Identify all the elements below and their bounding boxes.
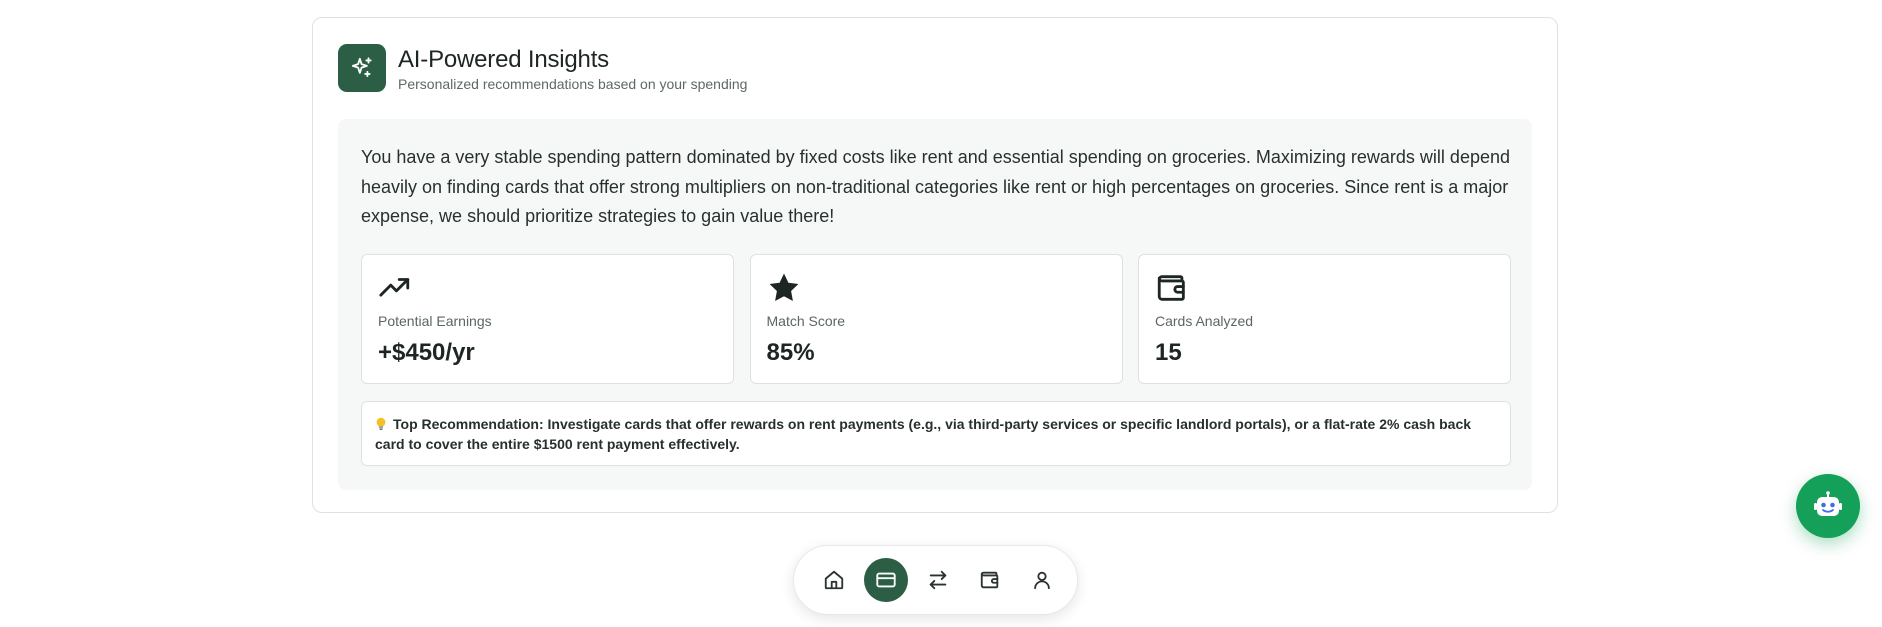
insights-panel: You have a very stable spending pattern … — [338, 119, 1532, 490]
ai-insights-card: AI-Powered Insights Personalized recomme… — [312, 17, 1558, 513]
top-recommendation: Top Recommendation: Investigate cards th… — [361, 401, 1511, 466]
wallet-icon — [980, 571, 999, 589]
stat-potential-earnings: Potential Earnings +$450/yr — [361, 254, 734, 384]
transfer-icon — [929, 570, 947, 590]
star-icon — [767, 271, 801, 305]
stat-label: Cards Analyzed — [1155, 313, 1254, 329]
insights-header: AI-Powered Insights Personalized recomme… — [338, 44, 747, 93]
nav-home-button[interactable] — [812, 558, 856, 602]
nav-profile-button[interactable] — [1020, 558, 1064, 602]
page: AI-Powered Insights Personalized recomme… — [0, 0, 1882, 627]
nav-wallet-button[interactable] — [968, 558, 1012, 602]
stat-value: +$450/yr — [378, 339, 475, 366]
credit-card-icon — [876, 572, 896, 588]
stats-row: Potential Earnings +$450/yr Match Score … — [361, 254, 1511, 384]
home-icon — [824, 570, 844, 590]
stat-cards-analyzed: Cards Analyzed 15 — [1138, 254, 1511, 384]
insights-title: AI-Powered Insights — [398, 46, 609, 73]
lightbulb-icon — [376, 417, 386, 430]
nav-transfer-button[interactable] — [916, 558, 960, 602]
stat-label: Match Score — [766, 313, 846, 329]
stat-value: 85% — [766, 339, 815, 366]
wallet-icon — [1155, 271, 1189, 305]
sparkles-icon — [338, 44, 386, 92]
user-icon — [1034, 571, 1050, 590]
nav-cards-button[interactable] — [864, 558, 908, 602]
insights-summary: You have a very stable spending pattern … — [361, 147, 1510, 226]
insights-subtitle: Personalized recommendations based on yo… — [398, 76, 748, 92]
chat-assistant-button[interactable] — [1796, 474, 1860, 538]
stat-match-score: Match Score 85% — [749, 254, 1123, 384]
robot-icon — [1814, 491, 1842, 516]
trending-up-icon — [378, 271, 412, 305]
recommendation-text: Top Recommendation: Investigate cards th… — [375, 416, 1472, 452]
bottom-nav — [793, 545, 1078, 615]
stat-value: 15 — [1155, 339, 1182, 366]
stat-label: Potential Earnings — [378, 313, 492, 329]
